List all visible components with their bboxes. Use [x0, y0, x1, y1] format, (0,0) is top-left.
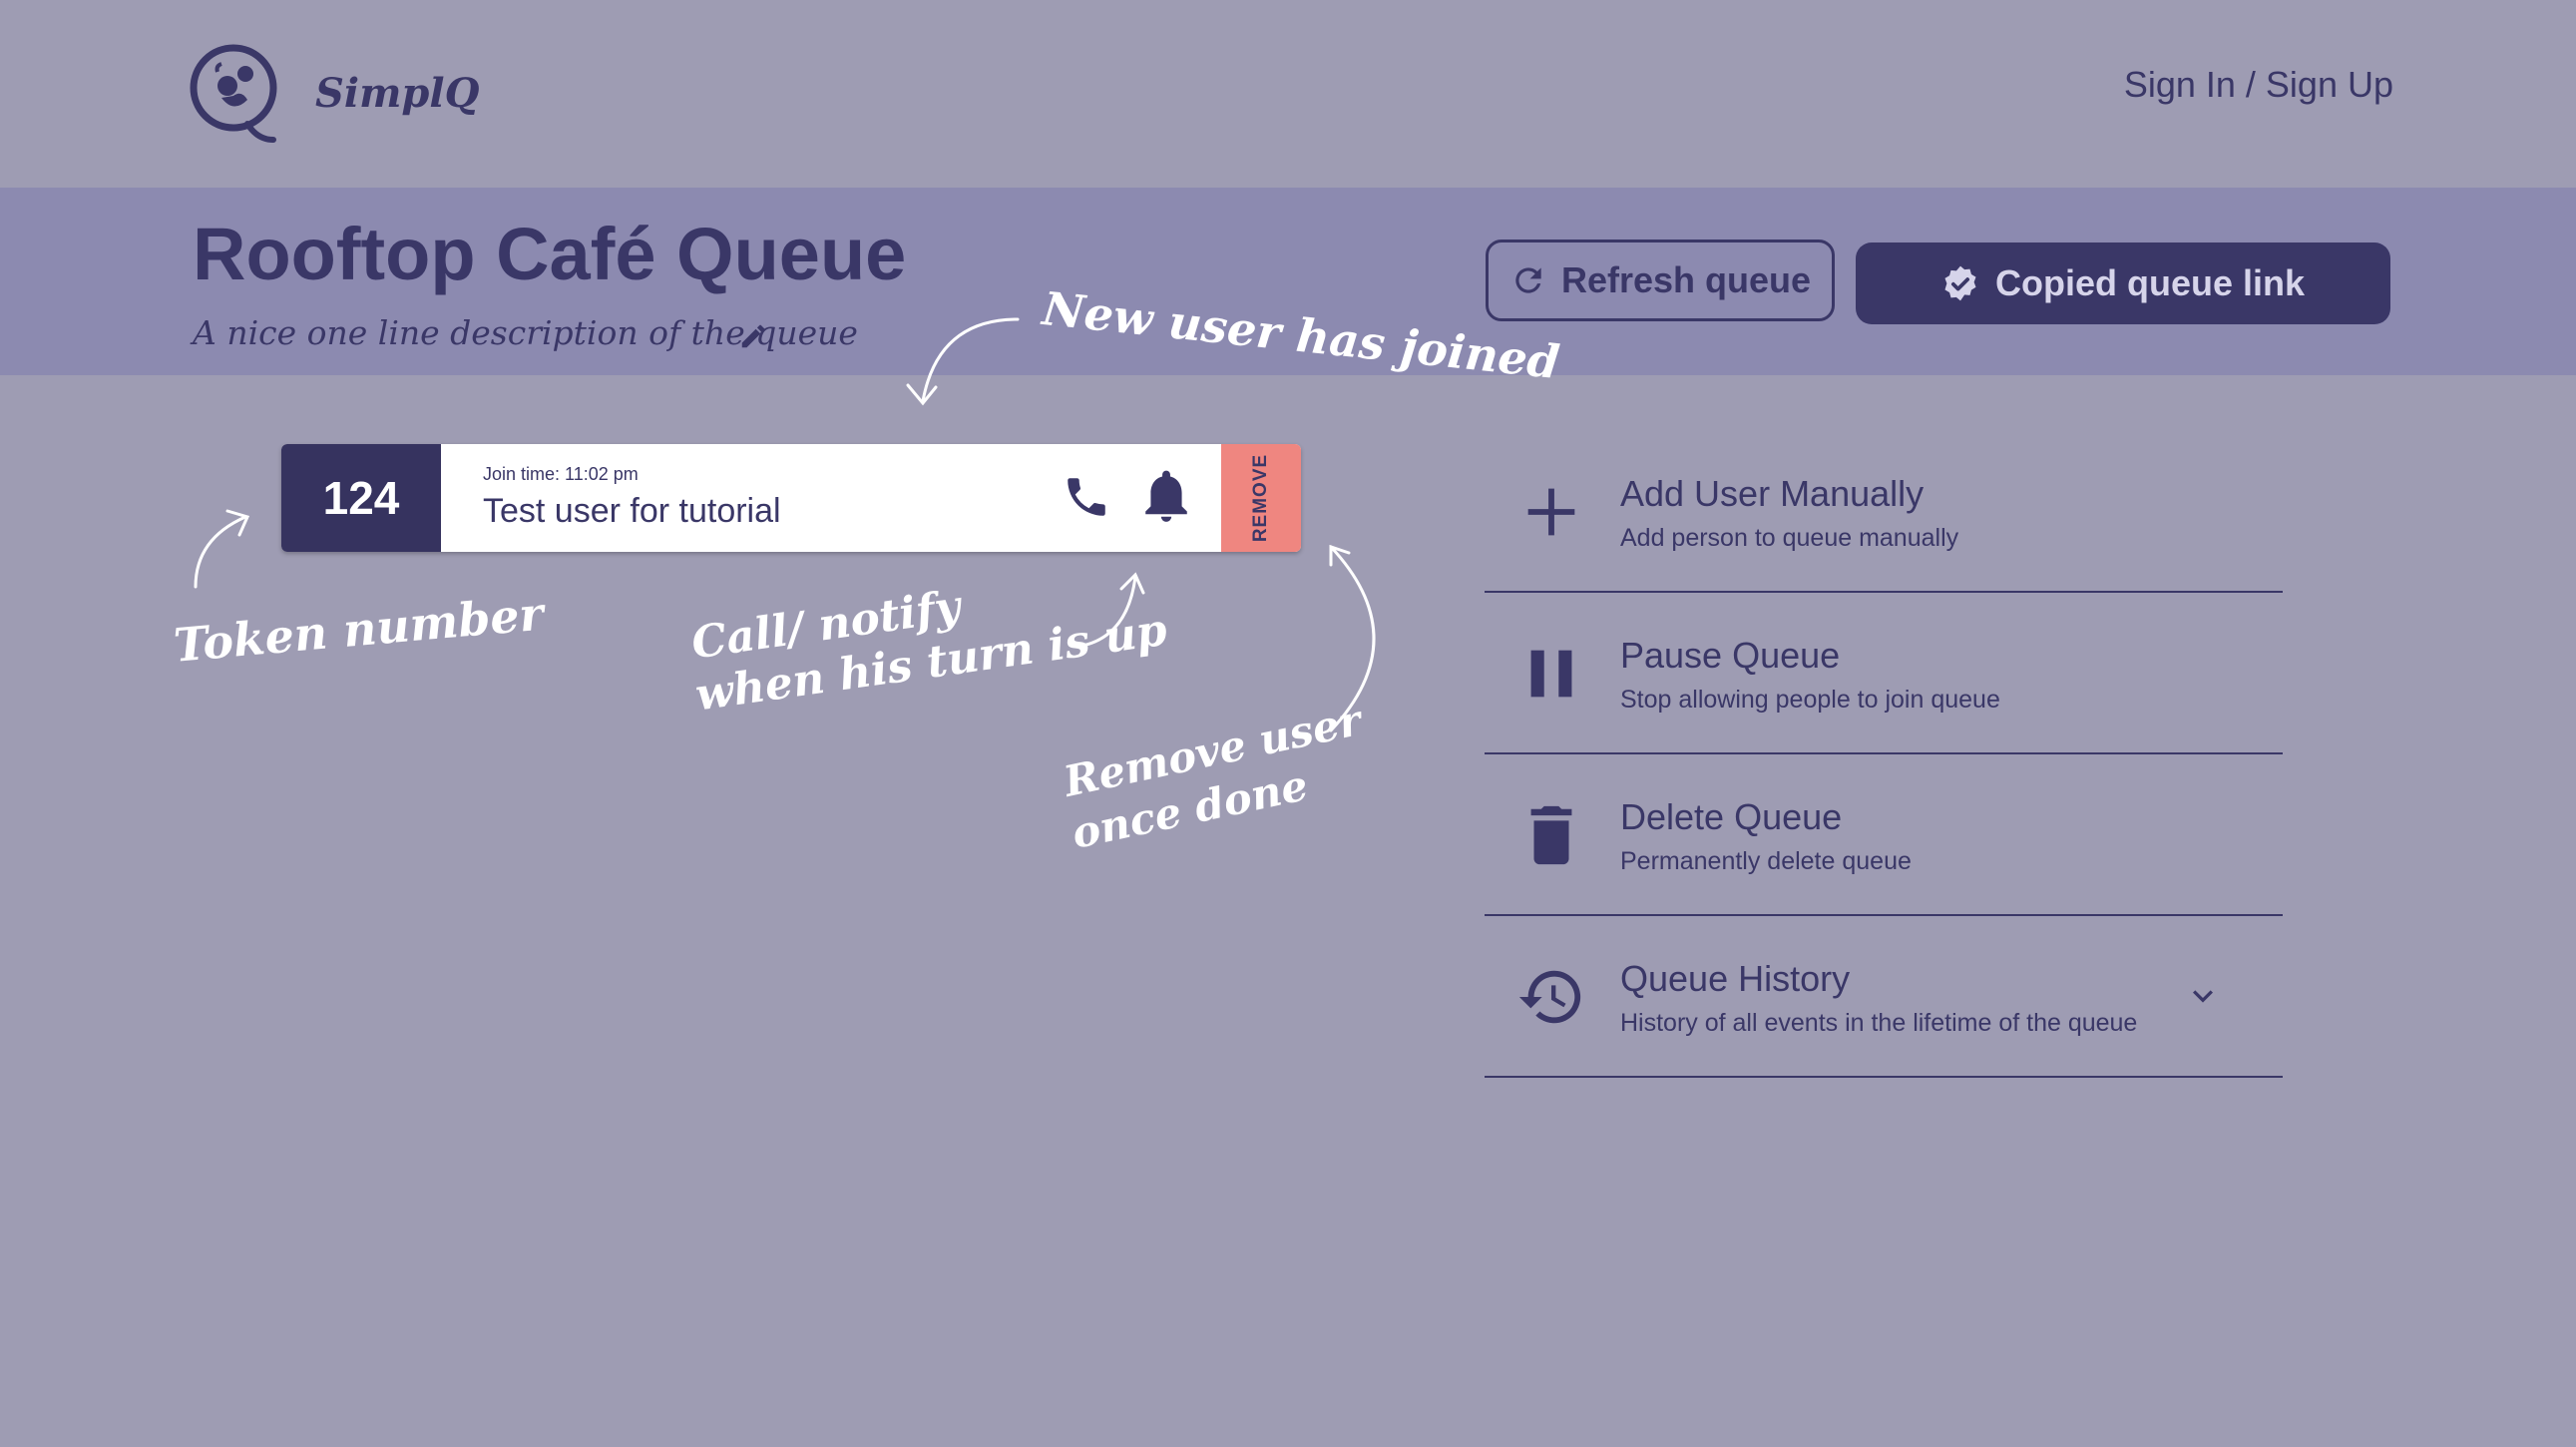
plus-icon — [1527, 488, 1575, 536]
queue-history-action[interactable]: Queue History History of all events in t… — [1485, 916, 2283, 1078]
action-label: Pause Queue — [1620, 635, 1841, 676]
logo-text[interactable]: SimplQ — [315, 70, 479, 117]
logo-icon[interactable] — [188, 42, 283, 146]
refresh-queue-label: Refresh queue — [1560, 259, 1812, 300]
arrow-call-head — [1119, 572, 1145, 595]
pencil-icon[interactable] — [738, 321, 768, 351]
action-description: Add person to queue manually — [1620, 524, 1959, 552]
action-description: Stop allowing people to join queue — [1620, 686, 2000, 714]
phone-icon[interactable] — [1062, 472, 1111, 522]
chevron-down-icon[interactable] — [2183, 976, 2223, 1016]
page-title: Rooftop Café Queue — [193, 213, 907, 295]
action-description: Permanently delete queue — [1620, 847, 1912, 875]
trash-icon — [1530, 805, 1572, 865]
pause-icon — [1530, 650, 1572, 698]
history-icon — [1518, 970, 1581, 1024]
arrow-token — [194, 515, 247, 589]
arrow-token-head — [225, 509, 250, 537]
queue-token-card: 124 Join time: 11:02 pm Test user for tu… — [281, 444, 1301, 552]
sign-in-link[interactable]: Sign In / Sign Up — [2124, 64, 2393, 106]
arrow-new-user-head — [906, 383, 938, 406]
copy-queue-link-button[interactable]: Copied queue link — [1856, 242, 2390, 324]
delete-queue-action[interactable]: Delete Queue Permanently delete queue — [1485, 754, 2283, 916]
action-label: Queue History — [1620, 958, 1851, 999]
bell-icon[interactable] — [1141, 470, 1191, 524]
verified-check-icon — [1944, 265, 1976, 301]
remove-label: REMOVE — [1250, 453, 1272, 543]
action-label: Delete Queue — [1620, 796, 1843, 837]
action-description: History of all events in the lifetime of… — [1620, 1009, 2138, 1037]
annotation-token-number: Token number — [172, 586, 546, 673]
action-label: Add User Manually — [1620, 473, 1925, 514]
arrow-remove-head — [1329, 544, 1351, 567]
copy-queue-link-label: Copied queue link — [1994, 262, 2306, 303]
refresh-icon — [1515, 267, 1541, 293]
add-user-manually-action[interactable]: Add User Manually Add person to queue ma… — [1485, 431, 2283, 593]
token-number: 124 — [281, 444, 441, 552]
user-name: Test user for tutorial — [483, 492, 781, 530]
refresh-queue-button[interactable]: Refresh queue — [1486, 240, 1835, 321]
pause-queue-action[interactable]: Pause Queue Stop allowing people to join… — [1485, 593, 2283, 754]
join-time: Join time: 11:02 pm — [483, 464, 639, 484]
remove-user-button[interactable]: REMOVE — [1221, 444, 1301, 552]
